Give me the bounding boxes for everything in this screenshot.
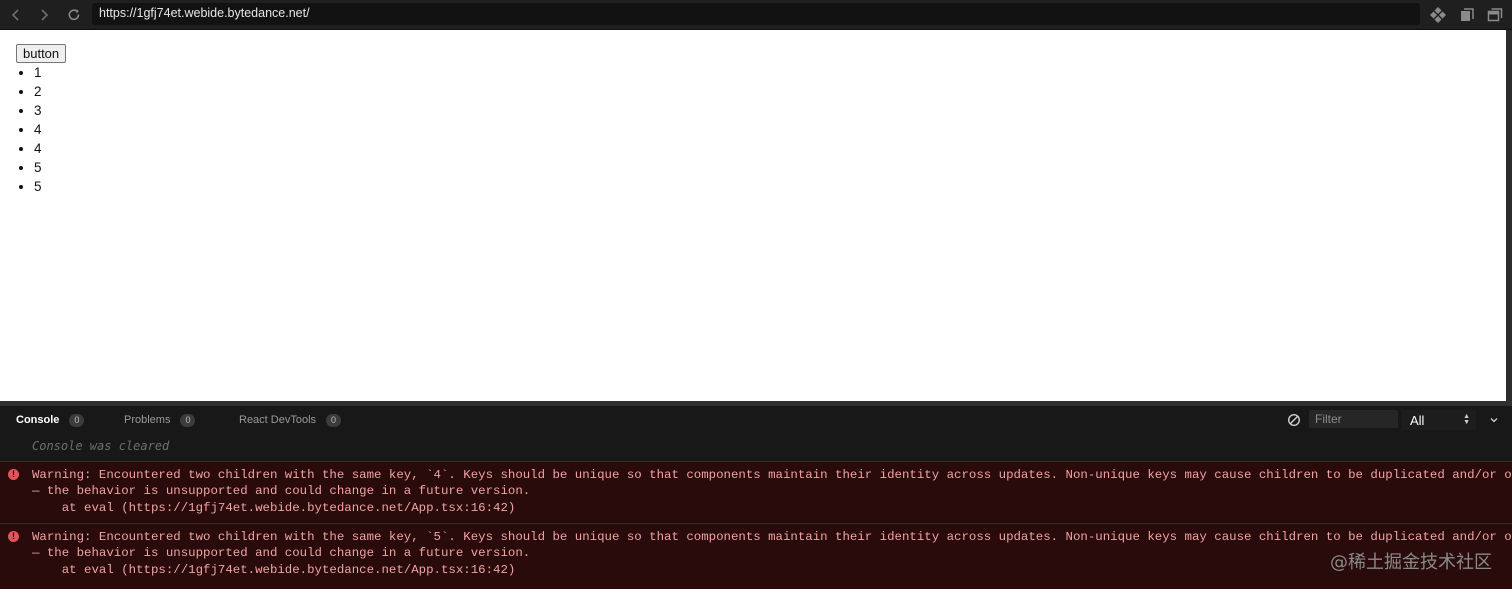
split-view-button[interactable] [1457,5,1477,25]
devtools-panel: Console 0 Problems 0 React DevTools 0 Al… [0,406,1512,589]
browser-toolbar: https://1gfj74et.webide.bytedance.net/ [0,0,1512,30]
message-text: Warning: Encountered two children with t… [32,468,1512,482]
tab-label: Console [16,414,60,426]
list-item: 3 [34,101,42,120]
select-arrows-icon: ▲ ▼ [1463,413,1470,426]
filter-input[interactable] [1309,410,1398,428]
clear-console-icon[interactable] [1287,413,1301,427]
list-item: 2 [34,82,42,101]
console-error-message: ! Warning: Encountered two children with… [0,523,1512,589]
chevron-left-icon [11,9,19,21]
message-text: — the behavior is unsupported and could … [32,546,531,560]
back-button[interactable] [6,5,26,25]
error-icon: ! [8,531,19,542]
watermark-text: @稀土掘金技术社区 [1330,552,1492,573]
tab-react-devtools[interactable]: React DevTools 0 [239,412,342,428]
console-error-message: ! Warning: Encountered two children with… [0,461,1512,523]
devtools-tabs: Console 0 Problems 0 React DevTools 0 Al… [0,406,1512,432]
message-text: — the behavior is unsupported and could … [32,484,531,498]
page-button[interactable]: button [16,44,67,63]
tab-label: React DevTools [239,414,317,426]
open-window-button[interactable] [1485,5,1505,25]
chevron-right-icon [41,9,49,21]
list-item: 4 [34,139,42,158]
error-icon: ! [8,469,19,480]
forward-button[interactable] [34,5,54,25]
console-cleared-message: Console was cleared [32,439,170,453]
message-stack-link[interactable]: at eval (https://1gfj74et.webide.bytedan… [32,563,516,577]
copy-icon [1461,8,1474,21]
tab-console[interactable]: Console 0 [16,412,85,428]
reload-icon [68,9,80,21]
reload-button[interactable] [64,5,84,25]
log-level-value: All [1410,412,1425,428]
window-icon [1487,8,1503,22]
extensions-button[interactable] [1428,5,1448,25]
message-stack-link[interactable]: at eval (https://1gfj74et.webide.bytedan… [32,501,516,515]
item-list: 1234455 [0,63,42,196]
diamond-grid-icon [1430,7,1446,23]
preview-scrollbar[interactable] [1506,30,1512,401]
address-bar[interactable]: https://1gfj74et.webide.bytedance.net/ [92,3,1420,25]
tab-count-badge: 0 [180,413,196,427]
preview-page: button 1234455 [0,30,1506,401]
list-item: 5 [34,158,42,177]
list-item: 1 [34,63,42,82]
list-item: 5 [34,177,42,196]
tab-label: Problems [124,414,171,426]
chevron-down-icon[interactable] [1488,414,1500,426]
message-text: Warning: Encountered two children with t… [32,530,1512,544]
tab-problems[interactable]: Problems 0 [124,412,196,428]
tab-count-badge: 0 [69,413,85,427]
tab-count-badge: 0 [326,413,342,427]
log-level-select[interactable]: All ▲ ▼ [1402,410,1476,430]
url-text: https://1gfj74et.webide.bytedance.net/ [99,6,310,20]
list-item: 4 [34,120,42,139]
